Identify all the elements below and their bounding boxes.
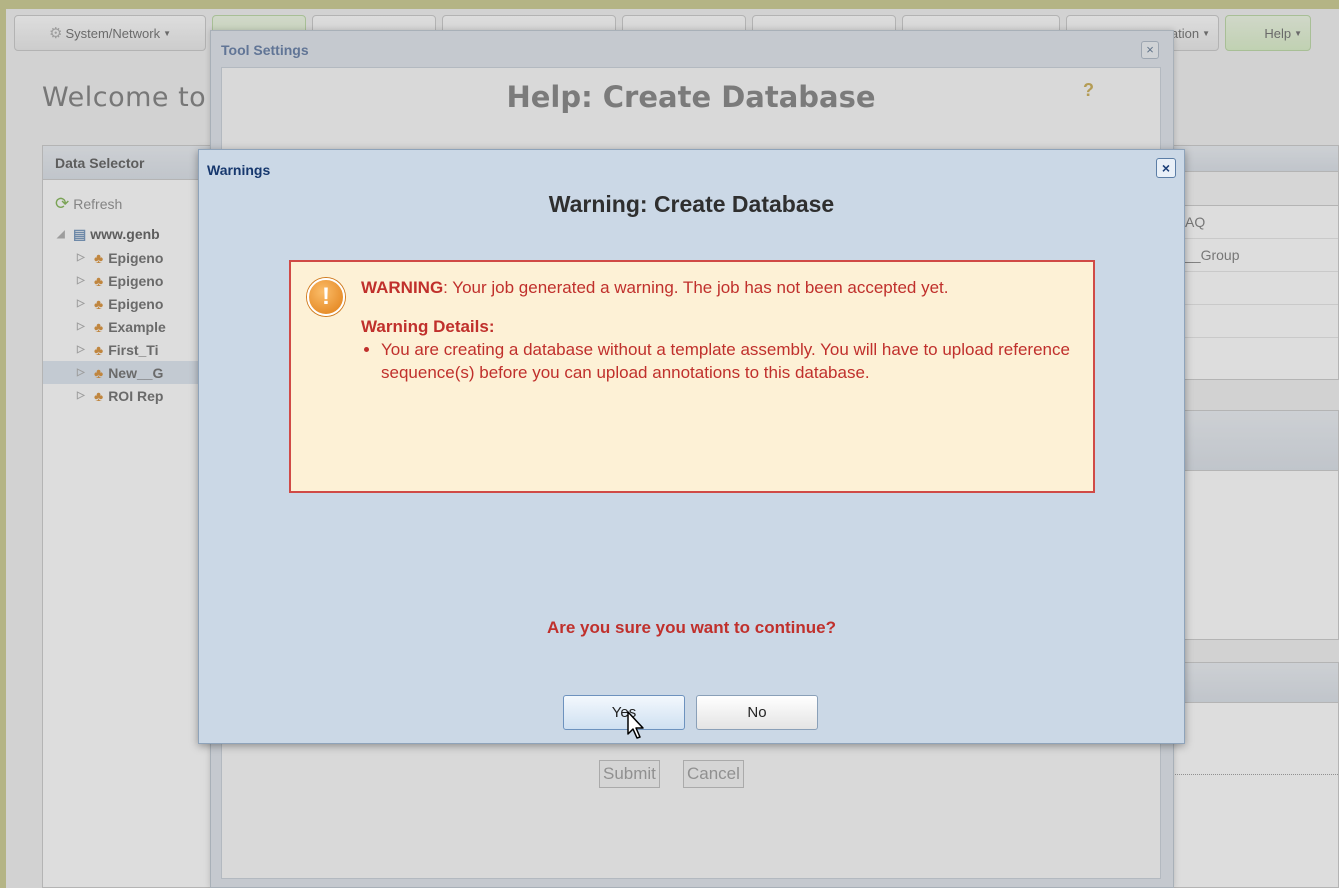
warning-details-list: You are creating a database without a te…	[381, 338, 1073, 384]
close-icon[interactable]: ×	[1156, 158, 1176, 178]
warning-label: WARNING	[361, 278, 444, 297]
warning-exclamation-icon: !	[307, 278, 345, 316]
warnings-title: Warnings	[207, 162, 271, 178]
warning-message-box: ! WARNING: Your job generated a warning.…	[289, 260, 1095, 493]
warnings-dialog: Warnings × Warning: Create Database ! WA…	[198, 149, 1185, 744]
mouse-cursor-icon	[627, 711, 644, 739]
warning-text: : Your job generated a warning. The job …	[443, 278, 949, 297]
confirm-question: Are you sure you want to continue?	[546, 618, 837, 637]
warning-details-title: Warning Details:	[361, 317, 495, 336]
warning-detail-item: You are creating a database without a te…	[381, 338, 1073, 384]
yes-button[interactable]: Yes	[563, 695, 685, 730]
warning-message: WARNING: Your job generated a warning. T…	[361, 276, 1073, 299]
no-button[interactable]: No	[696, 695, 818, 730]
warning-heading: Warning: Create Database	[548, 191, 835, 217]
